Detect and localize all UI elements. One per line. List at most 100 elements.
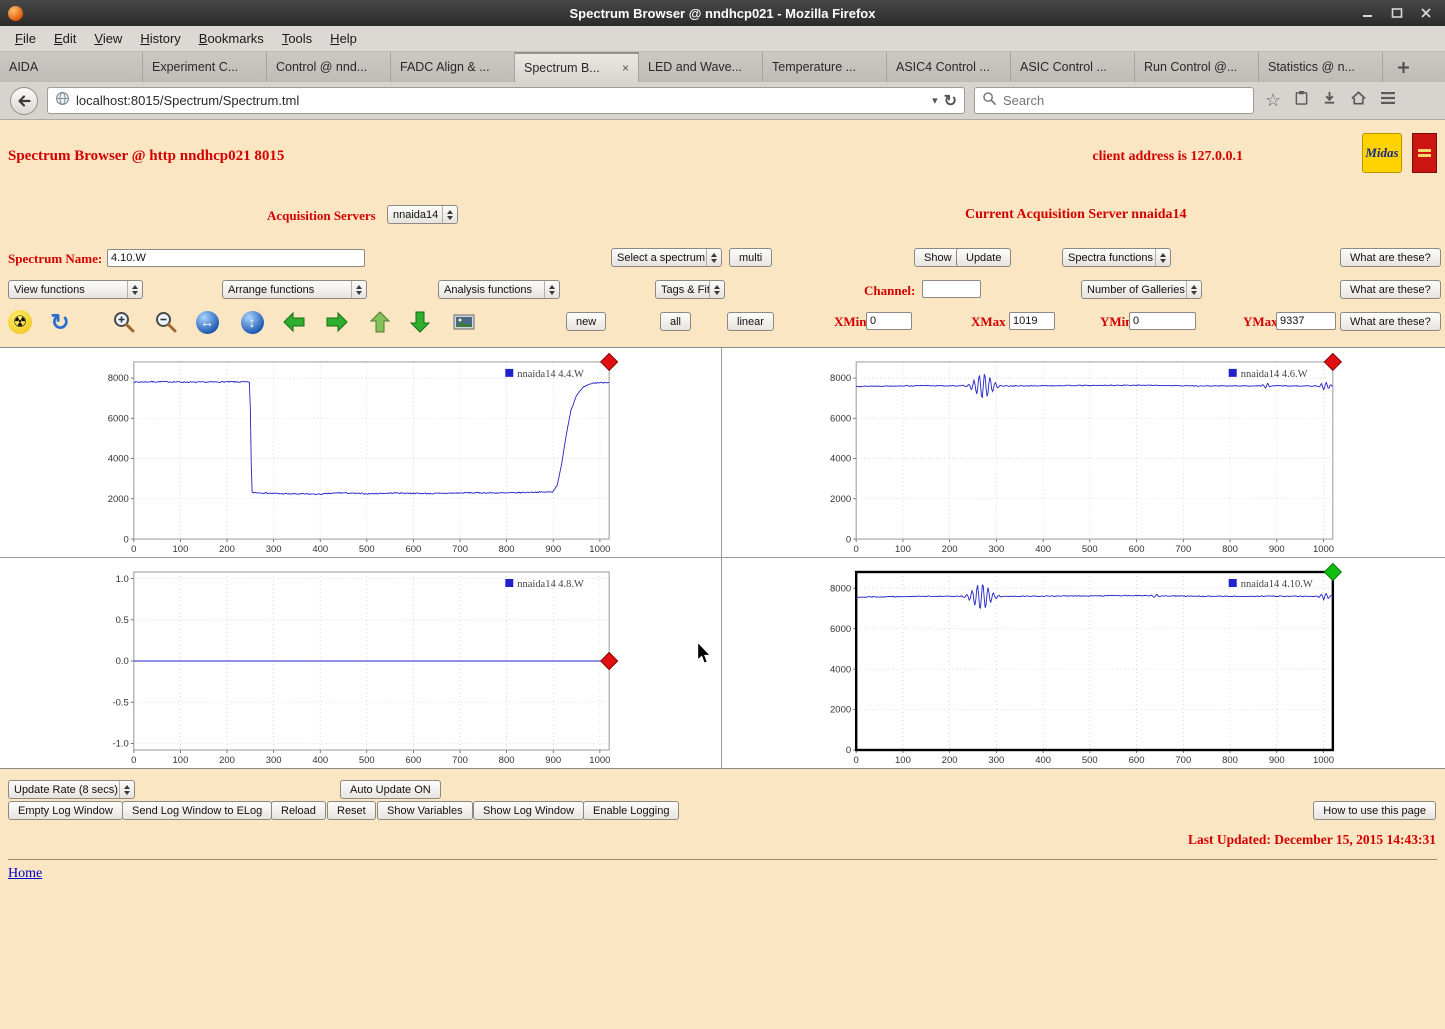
maximize-button[interactable]: [1390, 6, 1404, 20]
tab-asic4-control[interactable]: ASIC4 Control ...: [887, 52, 1011, 82]
menu-help[interactable]: Help: [321, 28, 366, 49]
menu-view[interactable]: View: [85, 28, 131, 49]
arrange-functions-select[interactable]: Arrange functions: [222, 280, 367, 299]
linear-button[interactable]: linear: [727, 312, 774, 331]
spectrum-chart-4[interactable]: 0 100 200 300 400 500 600 700 800 900 1000 0 2000 400…: [722, 558, 1445, 768]
tab-temperature[interactable]: Temperature ...: [763, 52, 887, 82]
update-rate-select[interactable]: Update Rate (8 secs): [8, 780, 135, 799]
download-icon[interactable]: [1322, 90, 1337, 111]
ymin-label: YMin: [1100, 314, 1133, 329]
channel-input[interactable]: [922, 280, 981, 298]
radiation-icon[interactable]: ☢: [7, 309, 33, 335]
tab-aida[interactable]: AIDA: [0, 52, 143, 82]
tab-close-icon[interactable]: ×: [622, 62, 629, 74]
menu-file[interactable]: File: [6, 28, 45, 49]
spectrum-name-input[interactable]: [107, 249, 365, 267]
ymin-input[interactable]: [1129, 312, 1196, 330]
ymax-input[interactable]: [1276, 312, 1336, 330]
tab-statistics[interactable]: Statistics @ n...: [1259, 52, 1383, 82]
new-tab-button[interactable]: [1389, 52, 1417, 82]
reload-button[interactable]: Reload: [271, 801, 326, 820]
tab-run-control[interactable]: Run Control @...: [1135, 52, 1259, 82]
svg-text:0.0: 0.0: [116, 656, 129, 667]
auto-update-button[interactable]: Auto Update ON: [340, 780, 441, 799]
combo-arrows-icon: [442, 206, 457, 223]
tags-fits-select[interactable]: Tags & Fits: [655, 280, 725, 299]
send-log-button[interactable]: Send Log Window to ELog: [122, 801, 273, 820]
reload-icon[interactable]: ↻: [944, 91, 957, 111]
svg-text:700: 700: [452, 544, 468, 555]
chart-panel-1[interactable]: 0 100 200 300 400 500 600 700 800 900 1000 0 2000 400…: [0, 348, 721, 557]
tab-fadc-align[interactable]: FADC Align & ...: [391, 52, 515, 82]
xmax-input[interactable]: [1009, 312, 1055, 330]
menu-edit[interactable]: Edit: [45, 28, 85, 49]
what-are-these-button-1[interactable]: What are these?: [1340, 248, 1441, 267]
svg-text:300: 300: [266, 544, 282, 555]
move-right-icon[interactable]: [324, 309, 350, 335]
tab-led-waveform[interactable]: LED and Wave...: [639, 52, 763, 82]
svg-text:1000: 1000: [589, 755, 610, 766]
update-button[interactable]: Update: [956, 248, 1012, 267]
back-button[interactable]: [10, 86, 38, 115]
spectrum-chart-3[interactable]: 0 100 200 300 400 500 600 700 800 900 1000 -1.0 -0.5…: [0, 558, 721, 768]
search-bar[interactable]: [974, 87, 1254, 114]
home-icon[interactable]: [1350, 90, 1367, 111]
how-to-button[interactable]: How to use this page: [1313, 801, 1436, 820]
chart-panel-3[interactable]: 0 100 200 300 400 500 600 700 800 900 1000 -1.0 -0.5…: [0, 558, 721, 768]
url-text[interactable]: localhost:8015/Spectrum/Spectrum.tml: [76, 93, 926, 108]
tab-spectrum-browser[interactable]: Spectrum B... ×: [515, 52, 639, 82]
move-up-icon[interactable]: [367, 309, 393, 335]
what-are-these-button-2[interactable]: What are these?: [1340, 280, 1441, 299]
expand-vertical-icon[interactable]: ↕: [239, 309, 265, 335]
svg-text:nnaida14 4.4.W: nnaida14 4.4.W: [517, 369, 584, 380]
move-left-icon[interactable]: [281, 309, 307, 335]
menu-bookmarks[interactable]: Bookmarks: [190, 28, 273, 49]
analysis-functions-select[interactable]: Analysis functions: [438, 280, 560, 299]
spectra-functions-select[interactable]: Spectra functions: [1062, 248, 1171, 267]
menu-tools[interactable]: Tools: [273, 28, 321, 49]
move-down-icon[interactable]: [407, 309, 433, 335]
url-bar[interactable]: localhost:8015/Spectrum/Spectrum.tml ▾ ↻: [47, 87, 965, 114]
snapshot-image-icon[interactable]: [451, 309, 477, 335]
url-dropdown-icon[interactable]: ▾: [932, 94, 938, 107]
refresh-icon[interactable]: ↻: [47, 309, 73, 335]
tab-control[interactable]: Control @ nnd...: [267, 52, 391, 82]
expand-horizontal-icon[interactable]: ↔: [194, 309, 220, 335]
home-link[interactable]: Home: [8, 866, 42, 882]
show-log-window-button[interactable]: Show Log Window: [473, 801, 585, 820]
svg-text:0: 0: [854, 544, 859, 555]
view-functions-select[interactable]: View functions: [8, 280, 143, 299]
tab-asic-control[interactable]: ASIC Control ...: [1011, 52, 1135, 82]
menu-icon[interactable]: [1380, 91, 1396, 110]
chart-panel-4[interactable]: 0 100 200 300 400 500 600 700 800 900 1000 0 2000 400…: [722, 558, 1445, 768]
lab-logo[interactable]: [1412, 133, 1437, 173]
spectrum-chart-2[interactable]: 0 100 200 300 400 500 600 700 800 900 1000 0 2000 400…: [722, 348, 1445, 557]
zoom-in-icon[interactable]: [111, 309, 137, 335]
select-spectrum-select[interactable]: Select a spectrum: [611, 248, 722, 267]
spectrum-chart-1[interactable]: 0 100 200 300 400 500 600 700 800 900 1000 0 2000 400…: [0, 348, 721, 557]
acquisition-server-select[interactable]: nnaida14: [387, 205, 458, 224]
acquisition-servers-label: Acquisition Servers: [267, 208, 376, 223]
close-button[interactable]: [1419, 6, 1433, 20]
reset-button[interactable]: Reset: [327, 801, 376, 820]
xmin-input[interactable]: [866, 312, 912, 330]
bookmark-star-icon[interactable]: ☆: [1265, 90, 1281, 111]
midas-logo[interactable]: Midas: [1362, 133, 1402, 173]
tab-experiment[interactable]: Experiment C...: [143, 52, 267, 82]
what-are-these-button-3[interactable]: What are these?: [1340, 312, 1441, 331]
chart-panel-2[interactable]: 0 100 200 300 400 500 600 700 800 900 1000 0 2000 400…: [722, 348, 1445, 557]
zoom-out-icon[interactable]: [153, 309, 179, 335]
enable-logging-button[interactable]: Enable Logging: [583, 801, 680, 820]
new-button[interactable]: new: [566, 312, 607, 331]
search-input[interactable]: [1003, 93, 1246, 108]
all-button[interactable]: all: [660, 312, 692, 331]
bookmarks-icon[interactable]: [1294, 90, 1309, 111]
svg-text:2000: 2000: [108, 494, 129, 505]
show-button[interactable]: Show: [914, 248, 962, 267]
menu-history[interactable]: History: [131, 28, 189, 49]
minimize-button[interactable]: [1361, 6, 1375, 20]
show-variables-button[interactable]: Show Variables: [377, 801, 473, 820]
empty-log-button[interactable]: Empty Log Window: [8, 801, 123, 820]
number-of-galleries-select[interactable]: Number of Galleries: [1081, 280, 1202, 299]
multi-button[interactable]: multi: [729, 248, 773, 267]
